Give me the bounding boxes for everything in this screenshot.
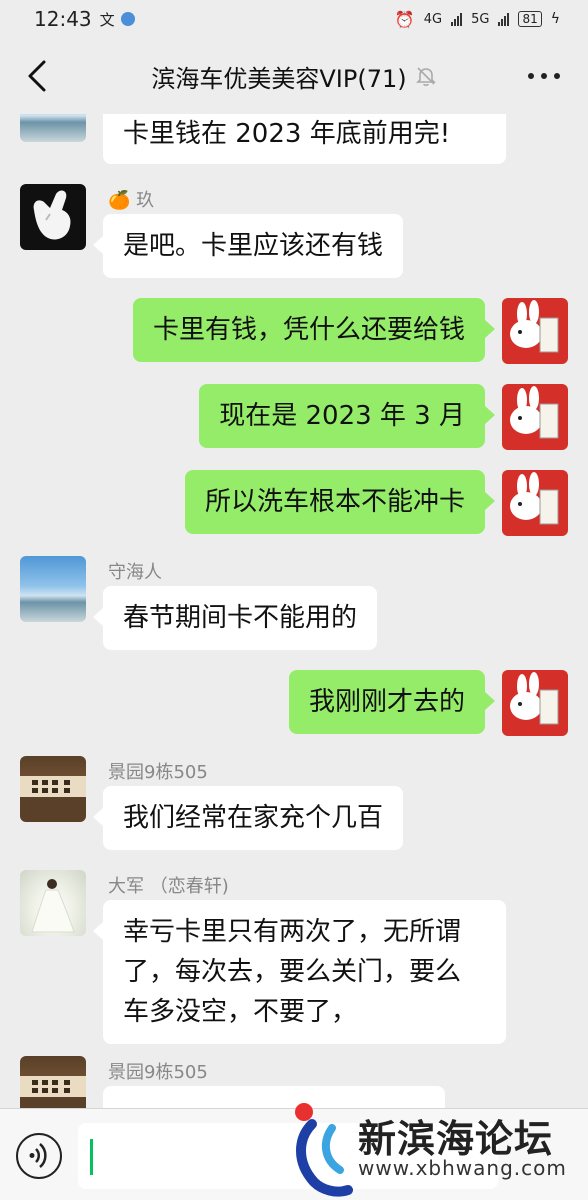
message-bubble[interactable]: 是吧。卡里应该还有钱 [92, 214, 404, 278]
avatar[interactable] [20, 1056, 86, 1108]
avatar[interactable] [20, 114, 86, 142]
chat-title: 滨海车优美美容VIP(71) [151, 64, 407, 93]
message-text: 所以洗车根本不能冲卡 [204, 487, 465, 517]
message-bubble[interactable]: 现在是 2023 年 3 月 [199, 384, 495, 448]
self-avatar[interactable] [502, 384, 568, 450]
bunny-avatar-icon [510, 472, 559, 525]
watermark-title: 新滨海论坛 [358, 1117, 554, 1161]
voice-input-icon[interactable] [16, 1133, 62, 1179]
forum-logo-icon [295, 1103, 353, 1197]
message-bubble[interactable]: 我刚刚才去的 [288, 670, 496, 734]
message-text: 卡里有钱，凭什么还要给钱 [152, 315, 465, 345]
avatar[interactable] [20, 756, 86, 822]
translate-icon: 文 [99, 10, 115, 29]
chat-header: 滨海车优美美容VIP(71) [0, 38, 588, 114]
status-time: 12:43 [34, 7, 92, 31]
self-avatar[interactable] [502, 298, 568, 364]
message-bubble[interactable]: 卡里钱在 2023 年底前用完! [103, 114, 506, 164]
message-text: 春节期间卡不能用的 [123, 603, 358, 633]
text-caret [90, 1139, 93, 1175]
sender-name: 守海人 [108, 562, 162, 583]
message-bubble[interactable]: 所以洗车根本不能冲卡 [184, 470, 496, 534]
watermark-url: www.xbhwang.com [358, 1156, 567, 1180]
avatar[interactable] [20, 556, 86, 622]
battery-level: 81 [518, 11, 542, 27]
message-text: 现在是 2023 年 3 月 [219, 401, 465, 431]
sender-name: 景园9栋505 [108, 1062, 208, 1083]
back-icon[interactable] [20, 58, 56, 94]
avatar[interactable] [20, 184, 86, 250]
message-text: 卡里钱在 2023 年底前用完! [123, 119, 451, 149]
chat-title-wrap: 滨海车优美美容VIP(71) [80, 38, 508, 114]
message-bubble[interactable]: 卡里有钱，凭什么还要给钱 [132, 298, 496, 362]
network-5g: 5G [471, 11, 490, 27]
bunny-avatar-icon [510, 300, 559, 353]
self-avatar[interactable] [502, 670, 568, 736]
status-bar: 12:43 文 ⏰ 4G 5G 81 ϟ [0, 0, 588, 38]
hand-gesture-icon [33, 190, 71, 240]
message-bubble[interactable]: 幸亏卡里只有两次了，无所谓了，每次去，要么关门，要么车多没空，不要了， [93, 900, 506, 1044]
message-bubble[interactable]: 我们经常在家充个几百 [92, 786, 404, 850]
sender-emoji: 🍊 [108, 190, 131, 211]
more-options-icon[interactable] [528, 62, 560, 90]
self-avatar[interactable] [502, 470, 568, 536]
mute-bell-icon [415, 67, 436, 86]
message-bubble[interactable]: 春节期间卡不能用的 [92, 586, 378, 650]
status-left-icons: 文 [100, 9, 135, 30]
message-text: 是吧。卡里应该还有钱 [123, 231, 384, 261]
signal-icon [451, 12, 463, 26]
sender-name: 大军 （恋春轩) [108, 876, 229, 897]
bunny-avatar-icon [510, 672, 559, 725]
sender-name: 景园9栋505 [108, 762, 208, 783]
message-text: 我们经常在家充个几百 [123, 803, 384, 833]
app-notification-icon [120, 12, 135, 26]
message-text: 幸亏卡里只有两次了，无所谓了，每次去，要么关门，要么车多没空，不要了， [123, 917, 462, 1027]
calligraphy-scroll-icon [32, 780, 70, 793]
alarm-icon: ⏰ [394, 9, 415, 29]
avatar[interactable] [20, 870, 86, 936]
message-list[interactable]: 卡里钱在 2023 年底前用完! 🍊 玖 是吧。卡里应该还有钱 卡里有钱，凭什么… [0, 114, 588, 1108]
bunny-avatar-icon [510, 386, 559, 439]
network-4g: 4G [423, 11, 443, 27]
charging-icon: ϟ [550, 11, 560, 27]
status-right-icons: ⏰ 4G 5G 81 ϟ [395, 10, 560, 29]
forum-watermark: 新滨海论坛 www.xbhwang.com [292, 1098, 588, 1200]
calligraphy-scroll-icon [32, 1080, 70, 1093]
bride-photo-icon [31, 879, 75, 933]
signal-icon-2 [498, 12, 510, 26]
sender-name: 🍊 玖 [108, 190, 155, 211]
message-text: 我刚刚才去的 [308, 687, 465, 717]
